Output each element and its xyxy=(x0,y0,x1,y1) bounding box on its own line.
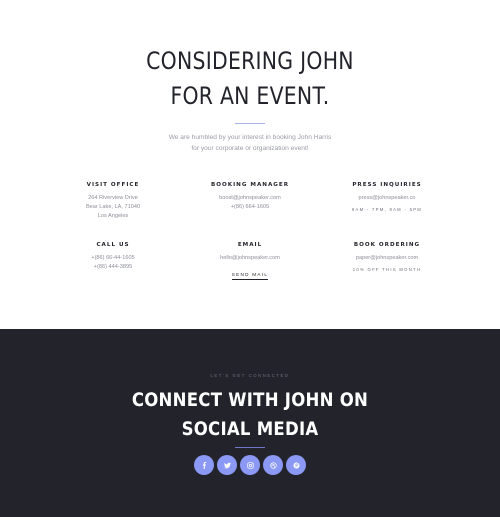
social-title-line-1: CONNECT WITH JOHN ON xyxy=(131,389,369,411)
phone-number[interactable]: +(86) 66-44-1605 xyxy=(53,254,173,263)
book-ordering-email[interactable]: paper@johnspeaker.com xyxy=(327,254,447,263)
facebook-icon xyxy=(202,461,206,469)
page-title-line-1: CONSIDERING JOHN xyxy=(146,47,354,75)
office-address-line: 264 Riverview Drive xyxy=(88,195,138,201)
twitter-button[interactable] xyxy=(217,455,237,475)
pinterest-button[interactable] xyxy=(286,455,306,475)
send-mail-link[interactable]: SEND MAIL xyxy=(231,271,269,280)
book-ordering-block: BOOK ORDERING paper@johnspeaker.com 10% … xyxy=(327,241,447,274)
visit-office-block: VISIT OFFICE 264 Riverview Drive Bear La… xyxy=(53,181,173,221)
press-hours: 9am - 7pm, 8am - 5pm xyxy=(351,207,423,212)
booking-manager-email[interactable]: boost@johnspeaker.com xyxy=(190,194,310,203)
booking-section: CONSIDERING JOHN FOR AN EVENT. We are hu… xyxy=(0,0,500,329)
phone-number[interactable]: +(86) 444-3895 xyxy=(53,263,173,272)
dribbble-icon xyxy=(269,461,277,469)
booking-manager-title: BOOKING MANAGER xyxy=(210,182,290,188)
book-ordering-note: 10% off this month xyxy=(352,267,422,272)
visit-office-title: VISIT OFFICE xyxy=(86,182,140,188)
subtitle-line-1: We are humbled by your interest in booki… xyxy=(168,134,332,141)
press-email[interactable]: press@johnspeaker.co xyxy=(327,194,447,203)
social-divider xyxy=(235,447,265,448)
facebook-button[interactable] xyxy=(194,455,214,475)
dribbble-button[interactable] xyxy=(263,455,283,475)
instagram-button[interactable] xyxy=(240,455,260,475)
title-divider xyxy=(235,123,265,124)
call-us-block: CALL US +(86) 66-44-1605 +(86) 444-3895 xyxy=(53,241,173,272)
press-inquiries-block: PRESS INQUIRIES press@johnspeaker.co 9am… xyxy=(327,181,447,214)
social-eyebrow: LET'S GET CONNECTED xyxy=(210,373,290,378)
office-address-line: Los Angeles xyxy=(97,213,129,219)
email-block: EMAIL hello@johnspeaker.com SEND MAIL xyxy=(190,241,310,281)
social-section: LET'S GET CONNECTED CONNECT WITH JOHN ON… xyxy=(0,329,500,517)
subtitle-line-2: for your corporate or organization event… xyxy=(191,145,309,152)
page-subtitle: We are humbled by your interest in booki… xyxy=(0,132,500,154)
social-title-line-2: SOCIAL MEDIA xyxy=(181,418,319,440)
press-inquiries-title: PRESS INQUIRIES xyxy=(352,182,422,188)
twitter-icon xyxy=(223,462,231,468)
page-title-line-2: FOR AN EVENT. xyxy=(170,82,330,110)
office-address-line: Bear Lake, LA, 71040 xyxy=(85,204,141,210)
page-title: CONSIDERING JOHN FOR AN EVENT. xyxy=(38,44,463,114)
book-ordering-title: BOOK ORDERING xyxy=(353,242,421,248)
instagram-icon xyxy=(246,461,254,469)
pinterest-icon xyxy=(292,461,300,469)
booking-manager-phone[interactable]: +(86) 664-1605 xyxy=(190,203,310,212)
email-address[interactable]: hello@johnspeaker.com xyxy=(190,254,310,263)
email-title: EMAIL xyxy=(237,242,263,248)
booking-manager-block: BOOKING MANAGER boost@johnspeaker.com +(… xyxy=(190,181,310,212)
social-icons xyxy=(0,455,500,475)
call-us-title: CALL US xyxy=(96,242,130,248)
social-title: CONNECT WITH JOHN ON SOCIAL MEDIA xyxy=(33,386,468,444)
